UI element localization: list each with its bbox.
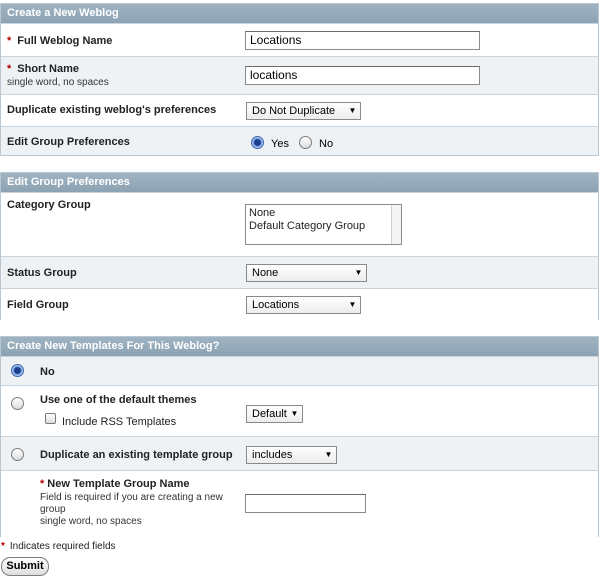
- short-name-input[interactable]: locations: [245, 66, 480, 85]
- full-name-input[interactable]: Locations: [245, 31, 480, 50]
- chevron-down-icon: ▼: [324, 450, 333, 459]
- group-prefs-section: Edit Group Preferences Category Group No…: [0, 172, 599, 320]
- status-group-select[interactable]: None ▼: [246, 264, 367, 282]
- edit-group-no-label: No: [319, 138, 334, 150]
- form-row-duplicate-group: Duplicate an existing template group inc…: [1, 436, 598, 470]
- include-rss-checkbox[interactable]: [45, 413, 56, 424]
- duplicate-group-value: includes: [252, 449, 293, 461]
- short-name-label: * Short Name: [7, 63, 79, 75]
- form-row-template-no: No: [1, 356, 598, 385]
- submit-button[interactable]: Submit: [1, 557, 49, 576]
- field-group-value: Locations: [252, 299, 300, 311]
- theme-select[interactable]: Default ▼: [246, 405, 303, 423]
- chevron-down-icon: ▼: [354, 268, 363, 277]
- full-name-label-text: Full Weblog Name: [17, 35, 113, 47]
- duplicate-prefs-label: Duplicate existing weblog's preferences: [7, 104, 217, 116]
- default-theme-label: Use one of the default themes: [40, 394, 197, 406]
- new-group-hint-line-3: single word, no spaces: [40, 516, 142, 527]
- new-group-hint-line-2: group: [40, 504, 66, 515]
- template-no-label: No: [40, 366, 55, 378]
- new-group-name-label: * New Template Group Name: [40, 478, 190, 490]
- duplicate-group-radio[interactable]: [11, 448, 24, 461]
- required-note: * Indicates required fields: [1, 541, 116, 552]
- listbox-scrollbar[interactable]: [391, 205, 401, 244]
- section-title: Create a New Weblog: [1, 4, 598, 23]
- edit-group-label: Edit Group Preferences: [7, 136, 130, 148]
- form-row-duplicate-prefs: Duplicate existing weblog's preferences …: [1, 94, 598, 126]
- new-group-name-input[interactable]: [245, 494, 366, 513]
- form-row-short-name: * Short Name single word, no spaces locat…: [1, 56, 598, 94]
- status-group-label: Status Group: [7, 267, 77, 279]
- required-marker: *: [7, 63, 12, 75]
- chevron-down-icon: ▼: [348, 300, 357, 309]
- form-row-category-group: Category Group None Default Category Gro…: [1, 192, 598, 256]
- section-title: Create New Templates For This Weblog?: [1, 337, 598, 356]
- theme-value: Default: [252, 408, 287, 420]
- create-weblog-section: Create a New Weblog * Full Weblog Name Lo…: [0, 3, 599, 156]
- default-theme-radio[interactable]: [11, 397, 24, 410]
- required-marker: *: [7, 35, 12, 47]
- duplicate-prefs-value: Do Not Duplicate: [252, 105, 336, 117]
- field-group-label: Field Group: [7, 299, 69, 311]
- category-group-listbox[interactable]: None Default Category Group: [245, 204, 402, 245]
- required-marker: *: [1, 541, 5, 552]
- duplicate-prefs-select[interactable]: Do Not Duplicate ▼: [246, 102, 361, 120]
- include-rss-label: Include RSS Templates: [62, 416, 177, 428]
- form-row-status-group: Status Group None ▼: [1, 256, 598, 288]
- duplicate-group-select[interactable]: includes ▼: [246, 446, 337, 464]
- required-note-text: Indicates required fields: [9, 541, 116, 552]
- form-row-new-group-name: * New Template Group Name Field is requir…: [1, 470, 598, 537]
- templates-section: Create New Templates For This Weblog? No…: [0, 336, 599, 537]
- form-row-field-group: Field Group Locations ▼: [1, 288, 598, 320]
- form-row-default-theme: Use one of the default themes Include RS…: [1, 385, 598, 436]
- listbox-option[interactable]: Default Category Group: [249, 220, 398, 233]
- form-row-full-name: * Full Weblog Name Locations: [1, 23, 598, 56]
- category-group-label: Category Group: [7, 199, 91, 211]
- short-name-label-text: Short Name: [17, 63, 80, 75]
- status-group-value: None: [252, 267, 279, 279]
- edit-group-yes-radio[interactable]: [251, 136, 264, 149]
- edit-group-yes-label: Yes: [271, 138, 289, 150]
- chevron-down-icon: ▼: [348, 106, 357, 115]
- new-group-hint-line-1: Field is required if you are creating a …: [40, 492, 223, 503]
- section-title: Edit Group Preferences: [1, 173, 598, 192]
- field-group-select[interactable]: Locations ▼: [246, 296, 361, 314]
- template-no-radio[interactable]: [11, 364, 24, 377]
- form-row-edit-group: Edit Group Preferences Yes No: [1, 126, 598, 155]
- required-marker: *: [40, 478, 45, 490]
- listbox-option[interactable]: None: [249, 207, 398, 220]
- edit-group-no-radio[interactable]: [299, 136, 312, 149]
- duplicate-group-label: Duplicate an existing template group: [40, 449, 233, 461]
- chevron-down-icon: ▼: [290, 409, 299, 418]
- new-group-name-label-text: New Template Group Name: [47, 478, 190, 490]
- full-name-label: * Full Weblog Name: [7, 35, 112, 47]
- short-name-hint: single word, no spaces: [7, 77, 109, 88]
